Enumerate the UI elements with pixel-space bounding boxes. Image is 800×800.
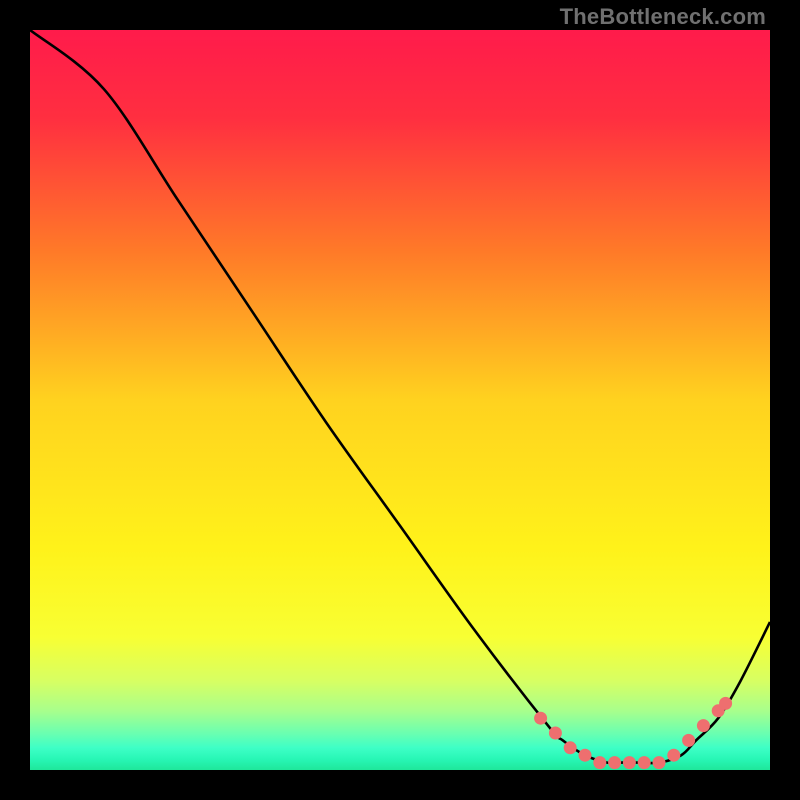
chart-stage: TheBottleneck.com: [0, 0, 800, 800]
background-gradient: [30, 30, 770, 770]
plot-area: [30, 30, 770, 770]
watermark-text: TheBottleneck.com: [560, 4, 766, 30]
